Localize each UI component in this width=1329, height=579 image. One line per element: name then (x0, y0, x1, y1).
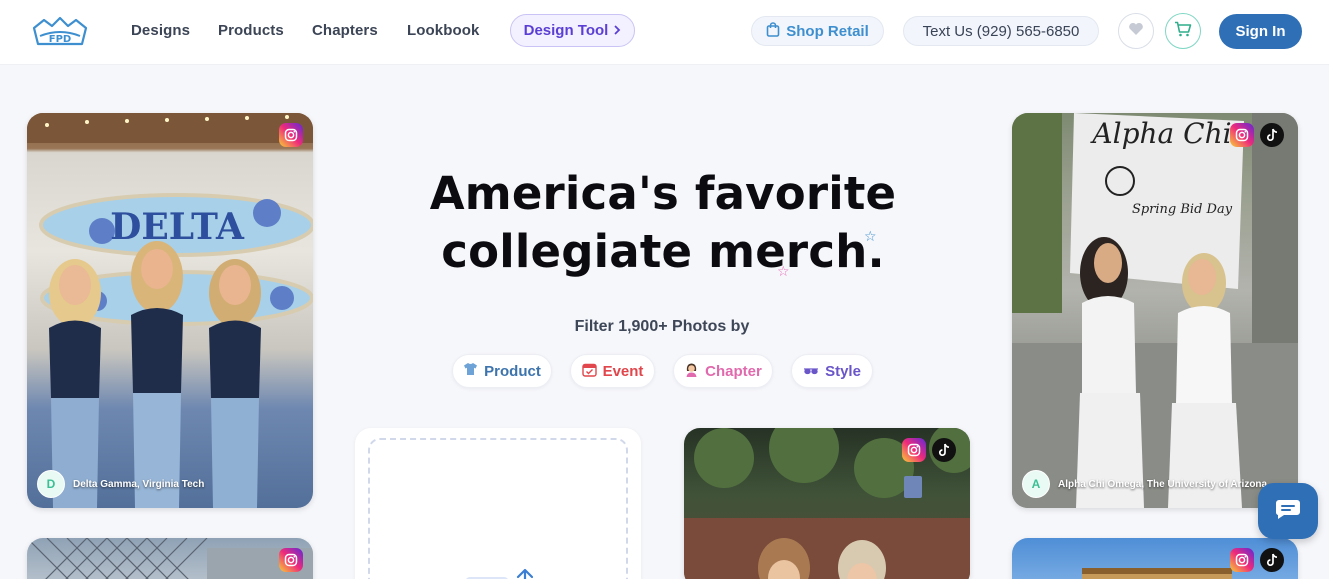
card-caption: A Alpha Chi Omega, The University of Ari… (1022, 470, 1267, 498)
caption-text[interactable]: Alpha Chi Omega, The University of Arizo… (1058, 479, 1267, 490)
filter-chip-label: Product (484, 362, 541, 380)
design-tool-label: Design Tool (523, 22, 609, 39)
card-caption: D Delta Gamma, Virginia Tech (37, 470, 204, 498)
chat-button[interactable] (1258, 483, 1318, 539)
photo-card[interactable]: DELTA D Delta Gamma, Virginia Tech (27, 113, 313, 508)
avatar: D (37, 470, 65, 498)
favorites-button[interactable] (1118, 13, 1154, 49)
photo-image (27, 538, 313, 579)
photo-image: Alpha Chi Spring Bid Day (1012, 113, 1298, 508)
social-icons (902, 438, 956, 462)
text-us-button[interactable]: Text Us (929) 565-6850 (903, 16, 1099, 46)
instagram-icon[interactable] (279, 548, 303, 572)
sunglasses-icon (803, 363, 819, 380)
caption-text[interactable]: Delta Gamma, Virginia Tech (73, 479, 204, 490)
svg-text:FPD: FPD (49, 34, 71, 45)
filter-chip-label: Event (602, 362, 644, 380)
filter-chip-event[interactable]: Event (570, 354, 655, 388)
instagram-icon[interactable] (1230, 548, 1254, 572)
tiktok-icon[interactable] (1260, 548, 1284, 572)
upload-photo-card[interactable] (355, 428, 641, 579)
filter-label: Filter 1,900+ Photos by (574, 318, 750, 335)
banner-text: Alpha Chi (1089, 117, 1231, 150)
hero-title-line-2: collegiate merch. (441, 225, 885, 278)
social-icons (1230, 123, 1284, 147)
instagram-icon[interactable] (279, 123, 303, 147)
upload-dropzone[interactable] (368, 438, 628, 579)
social-icons (279, 123, 303, 147)
filter-chip-label: Style (825, 362, 861, 380)
nav-designs[interactable]: Designs (131, 22, 190, 39)
hero-title: America's favorite collegiate merch. (400, 165, 926, 281)
text-us-label: Text Us (929) 565-6850 (922, 22, 1080, 40)
cart-button[interactable] (1165, 13, 1201, 49)
photo-card[interactable] (684, 428, 970, 579)
nav-products[interactable]: Products (218, 22, 284, 39)
site-header: FPD Designs Products Chapters Lookbook D… (0, 0, 1329, 65)
heart-icon (1128, 22, 1144, 41)
instagram-icon[interactable] (1230, 123, 1254, 147)
photo-card[interactable] (1012, 538, 1298, 579)
filter-chip-style[interactable]: Style (791, 354, 873, 388)
star-icon: ☆ (777, 263, 790, 279)
banner-subtext: Spring Bid Day (1132, 202, 1233, 217)
tiktok-icon[interactable] (1260, 123, 1284, 147)
sign-in-button[interactable]: Sign In (1219, 14, 1302, 49)
chat-bubble-icon (1275, 498, 1301, 525)
nav-chapters[interactable]: Chapters (312, 22, 378, 39)
banner-text: DELTA (110, 206, 245, 248)
filter-chip-chapter[interactable]: Chapter (673, 354, 773, 388)
calendar-icon (581, 362, 597, 381)
shop-retail-label: Shop Retail (786, 22, 869, 40)
tiktok-icon[interactable] (932, 438, 956, 462)
avatar: A (1022, 470, 1050, 498)
fpd-crown-logo-icon[interactable]: FPD (30, 14, 90, 48)
design-tool-button[interactable]: Design Tool (510, 14, 635, 47)
filter-chip-label: Chapter (705, 362, 762, 380)
tshirt-icon (463, 362, 478, 380)
nav-lookbook[interactable]: Lookbook (407, 22, 479, 39)
upload-icon (465, 567, 534, 579)
star-icon: ☆ (864, 228, 877, 244)
photo-card[interactable] (27, 538, 313, 579)
photo-image: DELTA (27, 113, 313, 508)
photo-card[interactable]: Alpha Chi Spring Bid Day A Alpha Chi Ome… (1012, 113, 1298, 508)
shop-retail-button[interactable]: Shop Retail (751, 16, 884, 46)
filter-chip-product[interactable]: Product (452, 354, 552, 388)
woman-emoji-icon (684, 362, 699, 381)
social-icons (1230, 548, 1284, 572)
instagram-icon[interactable] (902, 438, 926, 462)
shopping-bag-icon (766, 21, 780, 41)
social-icons (279, 548, 303, 572)
chevron-right-icon (613, 22, 621, 39)
cart-icon (1174, 21, 1192, 42)
hero-title-line-1: America's favorite (429, 167, 897, 220)
